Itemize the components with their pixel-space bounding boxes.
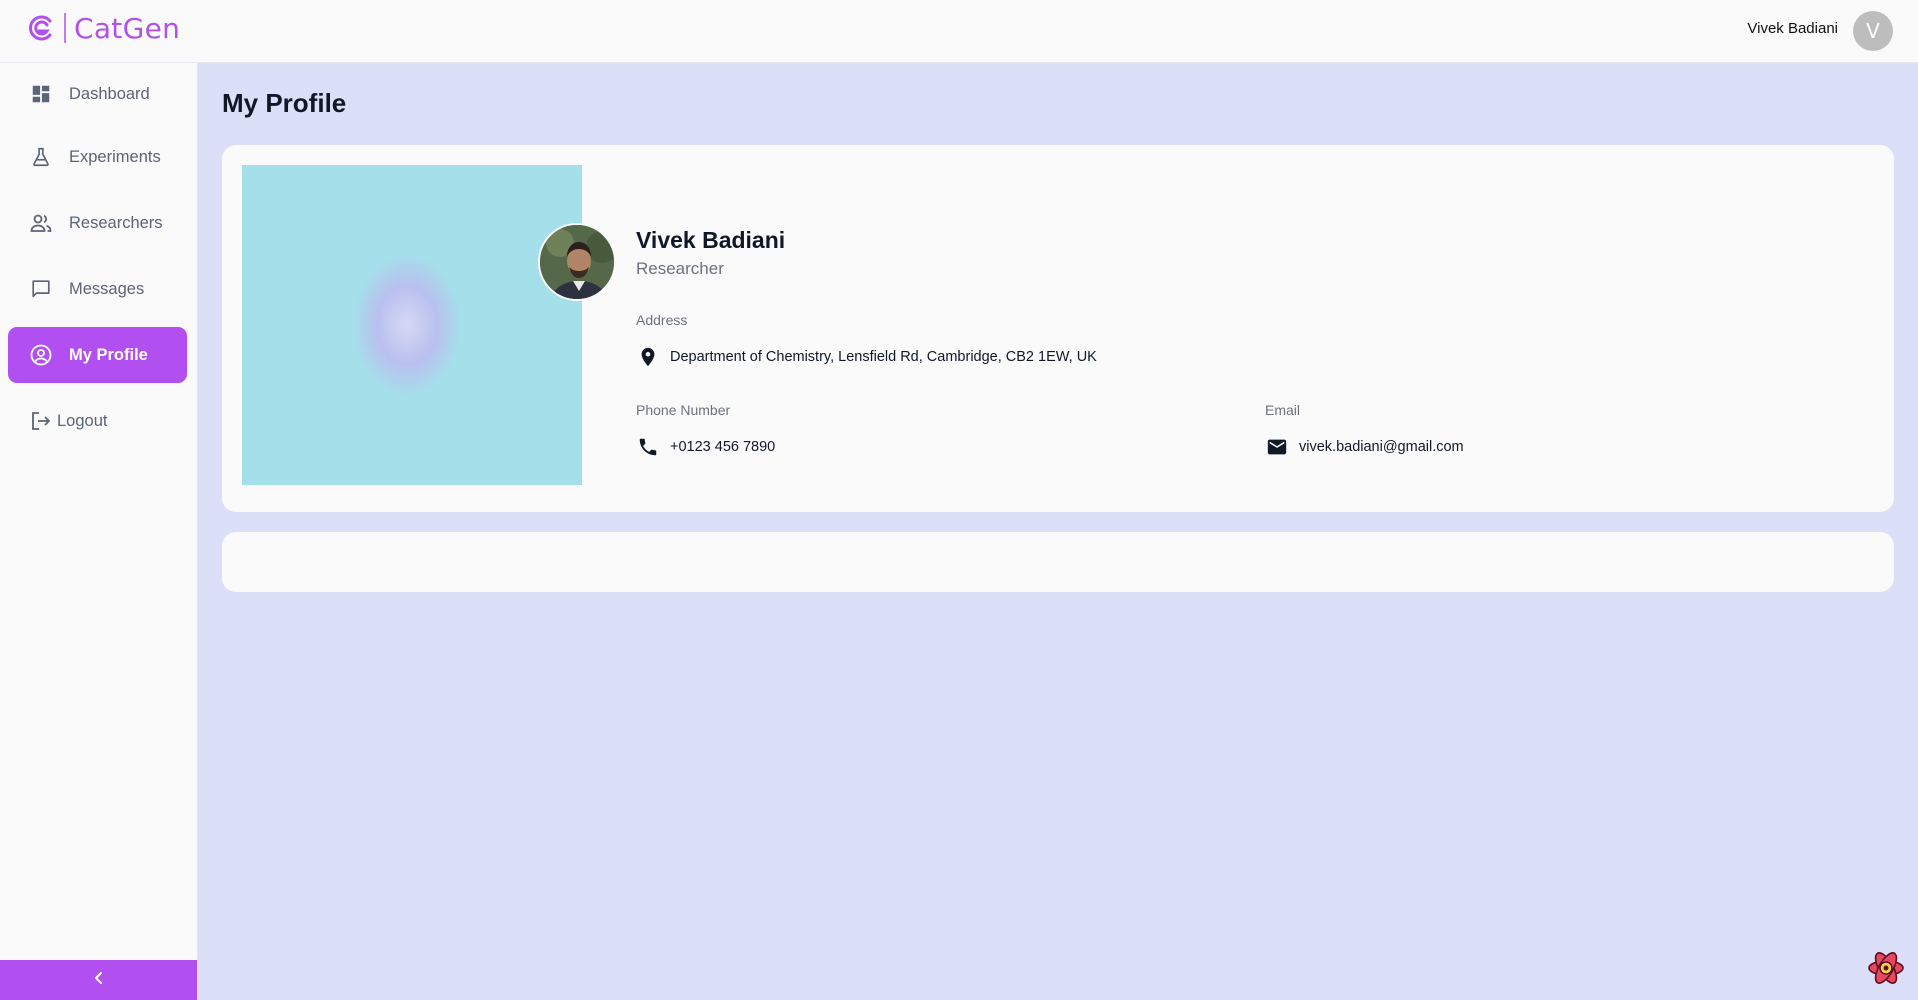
profile-cover-image: [242, 165, 582, 485]
sidebar-item-logout[interactable]: Logout: [8, 393, 187, 449]
header-user-name[interactable]: Vivek Badiani: [1747, 20, 1838, 37]
sidebar: Dashboard Experiments Researchers Messag…: [0, 63, 198, 1000]
profile-name: Vivek Badiani: [636, 227, 786, 253]
top-header: CatGen Vivek Badiani V: [0, 0, 1918, 63]
page-title: My Profile: [222, 88, 347, 118]
address-label: Address: [636, 312, 688, 328]
sidebar-item-experiments[interactable]: Experiments: [8, 129, 187, 185]
sidebar-item-dashboard[interactable]: Dashboard: [8, 66, 187, 122]
catgen-logo-icon: [26, 13, 56, 43]
account-circle-icon: [29, 343, 53, 367]
sidebar-item-label: Logout: [57, 411, 108, 430]
sidebar-item-label: Experiments: [69, 147, 161, 166]
sidebar-item-label: Dashboard: [69, 84, 150, 103]
phone-label: Phone Number: [636, 402, 731, 418]
email-value: vivek.badiani@gmail.com: [1265, 435, 1464, 459]
sidebar-item-researchers[interactable]: Researchers: [8, 195, 187, 251]
chat-icon: [29, 277, 53, 301]
sidebar-item-label: Researchers: [69, 213, 163, 232]
sidebar-item-label: My Profile: [69, 345, 148, 364]
email-label: Email: [1265, 402, 1301, 418]
avatar-initial: V: [1866, 19, 1880, 43]
sidebar-item-my-profile[interactable]: My Profile: [8, 327, 187, 383]
mail-icon: [1265, 435, 1289, 459]
app-name: CatGen: [74, 11, 181, 45]
profile-photo: [538, 223, 616, 301]
dashboard-icon: [29, 82, 53, 106]
email-text[interactable]: vivek.badiani@gmail.com: [1299, 439, 1464, 455]
phone-icon: [636, 435, 660, 459]
people-icon: [29, 211, 53, 235]
user-avatar[interactable]: V: [1853, 11, 1893, 51]
app-logo[interactable]: CatGen: [26, 10, 180, 46]
profile-card: Vivek Badiani Researcher Address Departm…: [222, 145, 1894, 512]
sidebar-item-messages[interactable]: Messages: [8, 261, 187, 317]
sidebar-collapse-button[interactable]: [0, 960, 197, 1000]
react-devtools-icon[interactable]: [1866, 948, 1906, 988]
flask-icon: [29, 145, 53, 169]
address-text: Department of Chemistry, Lensfield Rd, C…: [670, 349, 1097, 365]
empty-card: [222, 532, 1894, 592]
logout-icon: [29, 409, 53, 433]
chevron-left-icon: [92, 971, 106, 990]
address-value: Department of Chemistry, Lensfield Rd, C…: [636, 345, 1097, 369]
logo-divider: [64, 13, 66, 43]
profile-role: Researcher: [636, 259, 724, 278]
phone-text: +0123 456 7890: [670, 439, 776, 455]
sidebar-item-label: Messages: [69, 279, 145, 298]
location-pin-icon: [636, 345, 660, 369]
phone-value: +0123 456 7890: [636, 435, 775, 459]
